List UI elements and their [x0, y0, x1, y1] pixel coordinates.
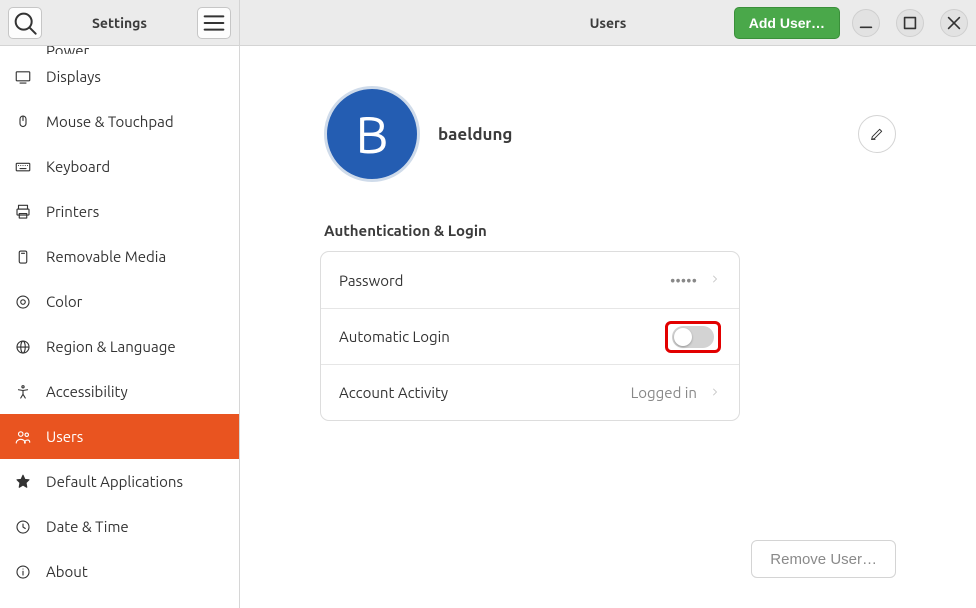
account-activity-value: Logged in	[631, 384, 697, 401]
sidebar-item-label: Region & Language	[46, 338, 176, 355]
globe-icon	[14, 338, 32, 356]
password-row[interactable]: Password •••••	[321, 252, 739, 308]
sidebar-item-label: Displays	[46, 68, 101, 85]
pencil-icon	[869, 126, 885, 142]
info-icon	[14, 563, 32, 581]
automatic-login-row: Automatic Login	[321, 308, 739, 364]
account-activity-row[interactable]: Account Activity Logged in	[321, 364, 739, 420]
close-icon	[941, 10, 967, 36]
sidebar-item-label: About	[46, 563, 88, 580]
displays-icon	[14, 68, 32, 86]
add-user-button[interactable]: Add User…	[734, 7, 840, 39]
content-panel: B baeldung Authentication & Login Passwo…	[240, 46, 976, 608]
sidebar-item-label: Keyboard	[46, 158, 110, 175]
search-icon	[9, 7, 41, 39]
automatic-login-label: Automatic Login	[339, 328, 665, 345]
star-icon	[14, 473, 32, 491]
auth-section-title: Authentication & Login	[324, 222, 896, 239]
minimize-icon	[853, 10, 879, 36]
sidebar-item-printers[interactable]: Printers	[0, 189, 239, 234]
sidebar-item-mouse[interactable]: Mouse & Touchpad	[0, 99, 239, 144]
sidebar-item-users[interactable]: Users	[0, 414, 239, 459]
user-profile: B baeldung	[324, 86, 896, 182]
sidebar: Power Displays Mouse & Touchpad Keyboard…	[0, 46, 240, 608]
power-icon	[14, 46, 32, 54]
body: Power Displays Mouse & Touchpad Keyboard…	[0, 46, 976, 608]
removable-media-icon	[14, 248, 32, 266]
auth-panel: Password ••••• Automatic Login Account A…	[320, 251, 740, 421]
sidebar-item-region[interactable]: Region & Language	[0, 324, 239, 369]
window-maximize-button[interactable]	[896, 9, 924, 37]
chevron-right-icon	[709, 272, 721, 288]
clock-icon	[14, 518, 32, 536]
avatar[interactable]: B	[324, 86, 420, 182]
sidebar-item-datetime[interactable]: Date & Time	[0, 504, 239, 549]
sidebar-item-color[interactable]: Color	[0, 279, 239, 324]
edit-user-button[interactable]	[858, 115, 896, 153]
sidebar-menu-button[interactable]	[197, 7, 231, 39]
sidebar-item-label: Users	[46, 428, 83, 445]
add-user-label: Add User…	[749, 15, 825, 31]
automatic-login-highlight	[665, 321, 721, 353]
maximize-icon	[897, 10, 923, 36]
sidebar-item-label: Printers	[46, 203, 99, 220]
chevron-right-icon	[709, 385, 721, 401]
users-icon	[14, 428, 32, 446]
sidebar-item-power[interactable]: Power	[0, 46, 239, 54]
automatic-login-toggle[interactable]	[672, 326, 714, 348]
sidebar-item-label: Power	[46, 48, 89, 54]
mouse-icon	[14, 113, 32, 131]
settings-title: Settings	[42, 15, 197, 31]
sidebar-item-about[interactable]: About	[0, 549, 239, 594]
password-label: Password	[339, 272, 670, 289]
sidebar-item-label: Date & Time	[46, 518, 129, 535]
printers-icon	[14, 203, 32, 221]
color-icon	[14, 293, 32, 311]
sidebar-item-keyboard[interactable]: Keyboard	[0, 144, 239, 189]
header-right: Users Add User…	[240, 0, 976, 46]
header-bar: Settings Users Add User…	[0, 0, 976, 46]
sidebar-item-removable[interactable]: Removable Media	[0, 234, 239, 279]
accessibility-icon	[14, 383, 32, 401]
sidebar-item-label: Default Applications	[46, 473, 183, 490]
password-value: •••••	[670, 272, 697, 289]
sidebar-item-default-apps[interactable]: Default Applications	[0, 459, 239, 504]
sidebar-item-label: Accessibility	[46, 383, 128, 400]
sidebar-item-accessibility[interactable]: Accessibility	[0, 369, 239, 414]
hamburger-icon	[198, 7, 230, 39]
toggle-knob	[674, 328, 692, 346]
window-controls	[852, 9, 968, 37]
window-minimize-button[interactable]	[852, 9, 880, 37]
user-name: baeldung	[438, 125, 512, 144]
sidebar-item-label: Removable Media	[46, 248, 166, 265]
window-close-button[interactable]	[940, 9, 968, 37]
keyboard-icon	[14, 158, 32, 176]
remove-user-button[interactable]: Remove User…	[751, 540, 896, 578]
search-button[interactable]	[8, 7, 42, 39]
sidebar-item-displays[interactable]: Displays	[0, 54, 239, 99]
sidebar-item-label: Mouse & Touchpad	[46, 113, 174, 130]
sidebar-item-label: Color	[46, 293, 82, 310]
account-activity-label: Account Activity	[339, 384, 631, 401]
remove-user-label: Remove User…	[770, 551, 877, 568]
header-left: Settings	[0, 0, 240, 46]
